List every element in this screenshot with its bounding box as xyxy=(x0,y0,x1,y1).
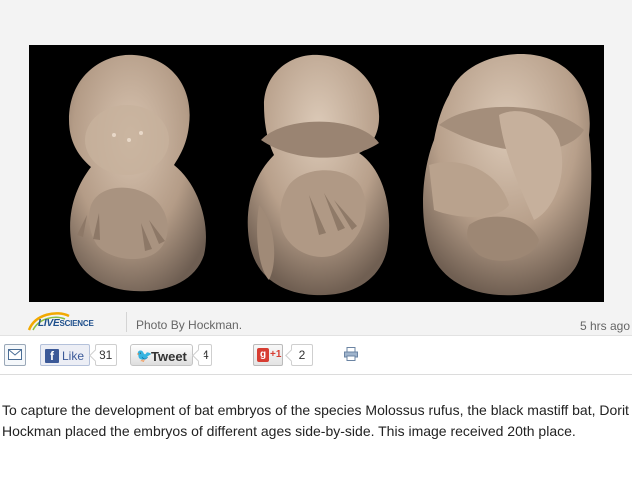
facebook-like-count: 81 xyxy=(95,344,117,366)
google-plus-icon: g xyxy=(257,348,269,362)
facebook-like-label: Like xyxy=(62,349,85,363)
facebook-like-button[interactable]: f Like xyxy=(40,344,90,366)
mail-icon xyxy=(8,349,22,360)
tweet-button[interactable]: 🐦 Tweet xyxy=(130,344,193,366)
livescience-logo[interactable]: LIVESCIENCE xyxy=(25,308,123,334)
credit-divider xyxy=(126,312,127,332)
post-age: 5 hrs ago xyxy=(579,319,630,333)
google-plus-one-button[interactable]: g +1 xyxy=(253,344,283,366)
share-toolbar: f Like 81 🐦 Tweet 4 g +1 2 xyxy=(0,337,632,375)
embryo-2 xyxy=(247,54,390,296)
embryos-illustration xyxy=(29,45,604,302)
facebook-icon: f xyxy=(45,349,59,363)
bat-embryos-photo[interactable] xyxy=(29,45,604,302)
logo-text: LIVESCIENCE xyxy=(38,318,94,329)
credit-row: LIVESCIENCE Photo By Hockman. 5 hrs ago xyxy=(0,302,632,336)
twitter-bird-icon: 🐦 xyxy=(136,348,153,363)
tweet-count: 4 xyxy=(198,344,212,366)
print-button[interactable] xyxy=(344,344,360,366)
google-plus-count: 2 xyxy=(291,344,313,366)
photo-panel: LIVESCIENCE Photo By Hockman. 5 hrs ago xyxy=(0,0,632,336)
photo-caption: To capture the development of bat embryo… xyxy=(2,402,629,439)
email-share-button[interactable] xyxy=(4,344,26,366)
google-plus-label: +1 xyxy=(270,349,282,360)
tweet-label: Tweet xyxy=(151,349,187,364)
photo-credit: Photo By Hockman. xyxy=(136,318,243,332)
print-icon xyxy=(344,347,358,361)
